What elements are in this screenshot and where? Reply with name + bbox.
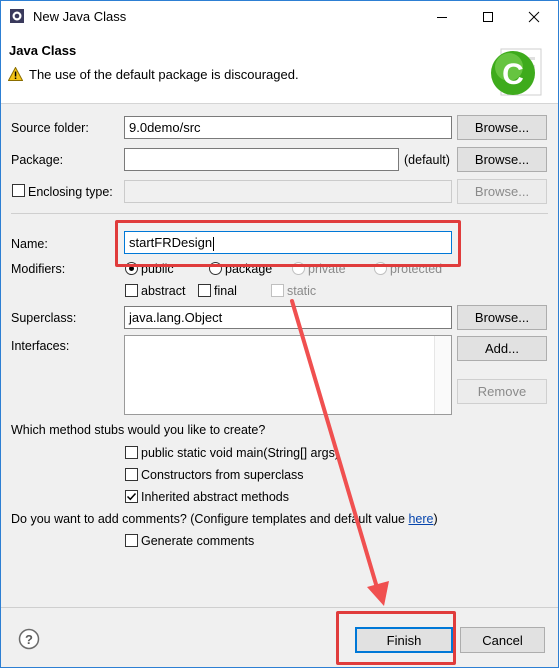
help-icon[interactable]: ? [18, 628, 40, 650]
stub-main-checkbox[interactable] [125, 446, 138, 459]
maximize-button[interactable] [465, 1, 511, 32]
modifier-final-label: final [214, 284, 237, 298]
minimize-button[interactable] [419, 1, 465, 32]
cancel-button[interactable]: Cancel [460, 627, 545, 653]
name-highlight-box [115, 220, 461, 267]
enclosing-type-label: Enclosing type: [28, 185, 113, 199]
close-icon [528, 11, 540, 22]
title-bar[interactable]: New Java Class [1, 1, 558, 32]
stub-constructors-checkbox[interactable] [125, 468, 138, 481]
configure-templates-link[interactable]: here [408, 512, 433, 526]
stub-main-label: public static void main(String[] args) [141, 446, 339, 460]
stub-inherited-checkbox[interactable] [125, 490, 138, 503]
interfaces-list[interactable] [124, 335, 452, 415]
warning-icon [8, 67, 23, 81]
logo-letter: C [502, 58, 524, 91]
maximize-icon [483, 11, 493, 22]
package-input[interactable] [124, 148, 399, 171]
new-class-logo-icon: C [491, 48, 542, 96]
interfaces-label: Interfaces: [11, 339, 70, 353]
enclosing-type-input [124, 180, 452, 203]
package-default-label: (default) [404, 153, 450, 167]
eclipse-app-icon [10, 9, 24, 23]
interfaces-add-button[interactable]: Add... [457, 336, 547, 361]
separator [11, 213, 548, 214]
checkmark-icon [126, 492, 137, 501]
minimize-icon [437, 16, 447, 18]
modifier-static-checkbox [271, 284, 284, 297]
superclass-browse-button[interactable]: Browse... [457, 305, 547, 330]
enclosing-type-checkbox[interactable] [12, 184, 25, 197]
finish-highlight-box [336, 611, 456, 665]
modifier-abstract-checkbox[interactable] [125, 284, 138, 297]
generate-comments-checkbox[interactable] [125, 534, 138, 547]
source-folder-browse-button[interactable]: Browse... [457, 115, 547, 140]
name-label: Name: [11, 237, 48, 251]
enclosing-type-browse-button: Browse... [457, 179, 547, 204]
comments-question: Do you want to add comments? (Configure … [11, 512, 438, 526]
modifier-static-label: static [287, 284, 317, 298]
superclass-label: Superclass: [11, 311, 77, 325]
wizard-message: The use of the default package is discou… [29, 67, 299, 82]
generate-comments-label: Generate comments [141, 534, 255, 548]
footer-separator [1, 607, 558, 608]
source-folder-input[interactable]: 9.0demo/src [124, 116, 452, 139]
package-label: Package: [11, 153, 64, 167]
wizard-banner: Java Class The use of the default packag… [1, 32, 558, 104]
wizard-title: Java Class [9, 43, 77, 58]
method-stubs-question: Which method stubs would you like to cre… [11, 423, 266, 437]
package-browse-button[interactable]: Browse... [457, 147, 547, 172]
modifiers-label: Modifiers: [11, 262, 66, 276]
superclass-input[interactable]: java.lang.Object [124, 306, 452, 329]
window-title: New Java Class [33, 9, 127, 24]
stub-constructors-label: Constructors from superclass [141, 468, 304, 482]
modifier-abstract-label: abstract [141, 284, 186, 298]
source-folder-label: Source folder: [11, 121, 89, 135]
modifier-final-checkbox[interactable] [198, 284, 211, 297]
close-button[interactable] [511, 1, 557, 32]
interfaces-remove-button: Remove [457, 379, 547, 404]
stub-inherited-label: Inherited abstract methods [141, 490, 289, 504]
interfaces-list-scrollbar[interactable] [434, 336, 451, 414]
help-glyph: ? [25, 632, 33, 647]
new-java-class-dialog: New Java Class Java Class The use of the… [0, 0, 559, 668]
